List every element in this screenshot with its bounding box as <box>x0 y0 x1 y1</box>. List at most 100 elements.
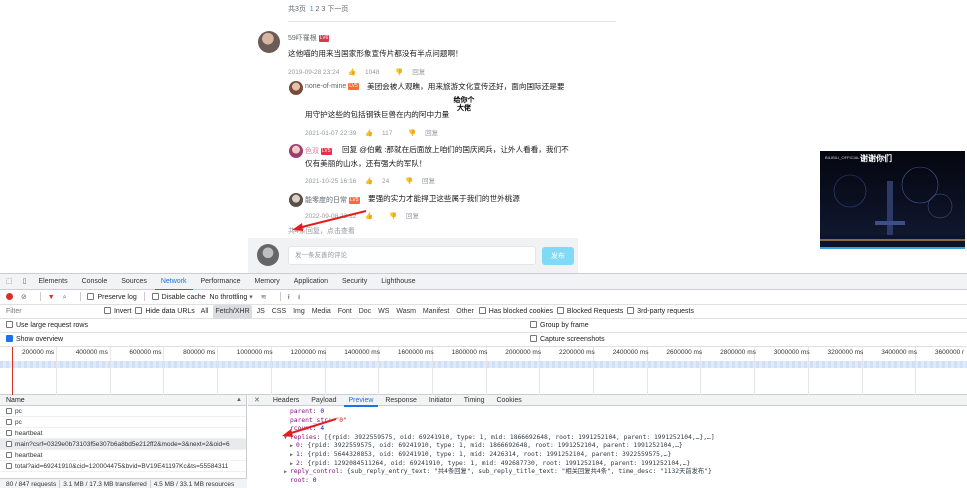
filter-type-img[interactable]: Img <box>291 305 307 319</box>
tab-cookies[interactable]: Cookies <box>491 395 526 406</box>
reply-username[interactable]: none-of-mine LV5 <box>305 83 359 90</box>
dislike-button[interactable]: 👎 <box>405 178 413 185</box>
reply-button[interactable]: 回复 <box>406 213 419 220</box>
video-channel: BILIBILI_OFFICIAL <box>825 155 860 160</box>
filter-type-fetch-xhr[interactable]: Fetch/XHR <box>213 305 252 319</box>
clear-icon[interactable]: ⊘ <box>21 290 27 305</box>
json-line[interactable]: ▶ 1: {rpid: 5644320853, oid: 69241910, ty… <box>284 451 715 460</box>
pager-next[interactable]: 下一页 <box>327 6 348 13</box>
filter-type-font[interactable]: Font <box>336 305 354 319</box>
filter-type-media[interactable]: Media <box>310 305 333 319</box>
comment-input[interactable]: 发一条友善的评论 <box>288 246 536 265</box>
upload-icon[interactable]: ⭱ <box>287 290 289 305</box>
large-rows-label: Use large request rows <box>16 322 88 329</box>
filter-type-ws[interactable]: WS <box>376 305 391 319</box>
reply-time: 2021-01-07 22:39 <box>305 130 357 137</box>
filter-icon[interactable]: ▼ <box>48 290 55 305</box>
comment-username[interactable]: 59吓罹根 LV6 <box>288 33 330 43</box>
reply-username[interactable]: 色双 LV5 <box>305 146 332 156</box>
hide-data-urls-checkbox[interactable] <box>135 307 143 314</box>
like-button[interactable]: 👍 1048 <box>348 69 386 76</box>
group-by-frame-checkbox[interactable] <box>530 321 537 328</box>
show-overview-checkbox[interactable] <box>6 335 13 342</box>
request-list-header[interactable]: Name ▲ <box>0 395 246 406</box>
search-icon[interactable]: ⌕ <box>63 290 67 305</box>
chevron-down-icon[interactable]: ▾ <box>249 290 253 305</box>
like-button[interactable]: 👍 24 <box>365 178 396 185</box>
record-icon[interactable] <box>6 293 13 300</box>
blocked-cookies-label: Has blocked cookies <box>488 308 553 315</box>
request-row[interactable]: pc <box>0 417 246 428</box>
json-line[interactable]: ▶ 0: {rpid: 3922559575, oid: 69241910, ty… <box>284 442 715 451</box>
timeline-activity <box>0 361 967 368</box>
disable-cache-checkbox[interactable] <box>151 293 159 300</box>
large-rows-checkbox[interactable] <box>6 321 13 328</box>
send-button[interactable]: 发布 <box>542 247 574 265</box>
request-row[interactable]: pc <box>0 406 246 417</box>
capture-screenshots-checkbox[interactable] <box>530 335 537 342</box>
filter-type-wasm[interactable]: Wasm <box>394 305 418 319</box>
avatar[interactable] <box>289 193 303 207</box>
reply-button[interactable]: 回复 <box>422 178 435 185</box>
json-line[interactable]: ▼ replies: [{rpid: 3922559575, oid: 69241… <box>284 434 715 443</box>
filter-type-manifest[interactable]: Manifest <box>421 305 451 319</box>
wifi-icon[interactable]: ≋ <box>261 290 267 305</box>
like-button[interactable]: 👍 117 <box>365 130 399 137</box>
invert-checkbox[interactable] <box>103 307 111 314</box>
like-count: 1048 <box>365 69 380 76</box>
tab-application[interactable]: Application <box>288 274 334 290</box>
tab-preview[interactable]: Preview <box>343 396 379 407</box>
blocked-cookies-checkbox[interactable] <box>478 307 486 314</box>
avatar[interactable] <box>289 144 303 158</box>
reply-button[interactable]: 回复 <box>425 130 438 137</box>
timeline-tick-label: 2800000 ms <box>720 349 756 356</box>
json-line[interactable]: ▶ 2: {rpid: 1292084511264, oid: 69241910,… <box>284 460 715 469</box>
tab-payload[interactable]: Payload <box>306 395 341 406</box>
network-overview-timeline[interactable]: 200000 ms 400000 ms 600000 ms 800000 ms 1000… <box>0 347 967 395</box>
tab-console[interactable]: Console <box>76 274 114 290</box>
json-key: 2 <box>296 459 300 467</box>
tab-network[interactable]: Network <box>154 275 193 291</box>
filter-type-css[interactable]: CSS <box>270 305 288 319</box>
tab-timing[interactable]: Timing <box>459 395 490 406</box>
throttling-select[interactable]: No throttling <box>210 294 248 301</box>
tab-initiator[interactable]: Initiator <box>424 395 457 406</box>
dislike-button[interactable]: 👎 <box>389 213 397 220</box>
download-icon[interactable]: ⭳ <box>298 290 300 305</box>
tab-security[interactable]: Security <box>336 274 373 290</box>
video-thumbnail[interactable]: BILIBILI_OFFICIAL 谢谢你们 <box>820 151 965 249</box>
filter-input[interactable]: Filter <box>6 305 96 319</box>
json-line[interactable]: ▶ reply_control: {sub_reply_entry_text: "… <box>284 468 715 477</box>
filter-type-js[interactable]: JS <box>255 305 267 319</box>
tab-lighthouse[interactable]: Lighthouse <box>375 274 421 290</box>
close-icon[interactable]: ✕ <box>248 395 266 406</box>
pager-pages[interactable]: 2 3 <box>316 6 326 13</box>
filter-type-all[interactable]: All <box>199 305 211 319</box>
dislike-button[interactable]: 👎 <box>395 69 403 76</box>
filter-type-doc[interactable]: Doc <box>357 305 373 319</box>
request-row-selected[interactable]: main?csrf=0329e0b73103f5e307b6a8bd5e212f… <box>0 439 246 450</box>
tab-sources[interactable]: Sources <box>115 274 153 290</box>
pager-current[interactable]: 1 <box>310 6 314 13</box>
reply-username[interactable]: 能零度的日常 LV5 <box>305 195 360 205</box>
tab-headers[interactable]: Headers <box>268 395 304 406</box>
request-row[interactable]: heartbeat <box>0 450 246 461</box>
third-party-checkbox[interactable] <box>627 307 635 314</box>
inspect-icon[interactable]: ⬚ <box>0 277 17 285</box>
tab-memory[interactable]: Memory <box>249 274 286 290</box>
dislike-button[interactable]: 👎 <box>408 130 416 137</box>
preserve-log-checkbox[interactable] <box>87 293 95 300</box>
device-toggle-icon[interactable]: ▯ <box>17 277 31 285</box>
avatar[interactable] <box>289 81 303 95</box>
options-row: Use large request rows Group by frame <box>0 319 967 333</box>
request-row[interactable]: total?aid=69241910&cid=120004475&bvid=BV… <box>0 461 246 472</box>
avatar[interactable] <box>258 31 280 53</box>
filter-type-other[interactable]: Other <box>454 305 476 319</box>
blocked-requests-checkbox[interactable] <box>556 307 564 314</box>
tab-elements[interactable]: Elements <box>32 274 73 290</box>
reply-button[interactable]: 回复 <box>412 69 425 76</box>
request-row[interactable]: heartbeat <box>0 428 246 439</box>
tab-response[interactable]: Response <box>380 395 422 406</box>
json-key: 0 <box>296 442 300 450</box>
tab-performance[interactable]: Performance <box>195 274 247 290</box>
